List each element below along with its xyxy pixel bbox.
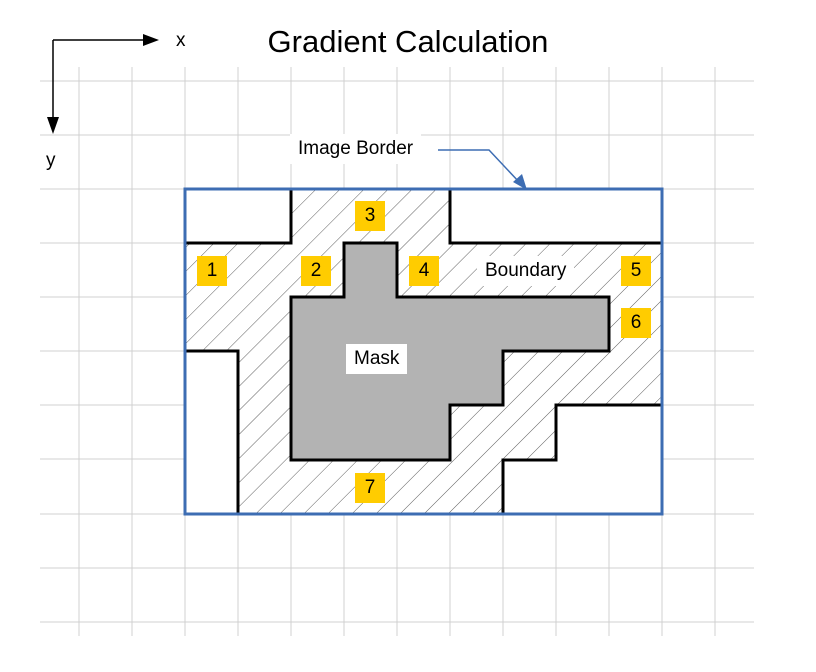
badge-1: 1 bbox=[197, 256, 227, 286]
badge-6: 6 bbox=[621, 308, 651, 338]
boundary-label: Boundary bbox=[477, 256, 575, 286]
badge-2: 2 bbox=[301, 256, 331, 286]
mask-label: Mask bbox=[346, 344, 408, 374]
image-border-label: Image Border bbox=[290, 134, 422, 164]
y-axis-label: y bbox=[46, 150, 56, 171]
badge-4: 4 bbox=[409, 256, 439, 286]
badge-7: 7 bbox=[355, 473, 385, 503]
diagram-canvas bbox=[40, 34, 754, 636]
diagram-title: Gradient Calculation bbox=[267, 24, 549, 59]
badge-3: 3 bbox=[355, 201, 385, 231]
x-axis-label: x bbox=[176, 30, 186, 51]
badge-5: 5 bbox=[621, 256, 651, 286]
